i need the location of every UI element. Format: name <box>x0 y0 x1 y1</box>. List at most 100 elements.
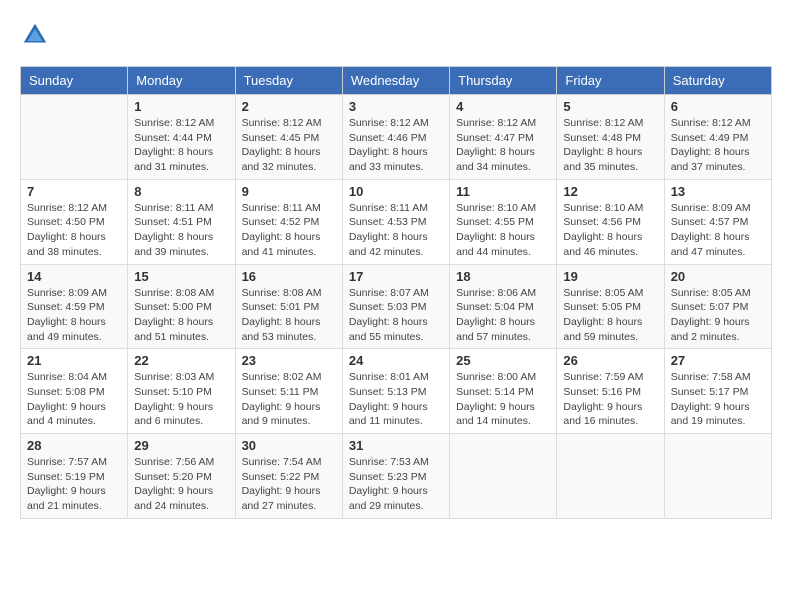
day-info: Sunrise: 7:53 AM Sunset: 5:23 PM Dayligh… <box>349 455 443 514</box>
day-number: 26 <box>563 353 657 368</box>
day-info: Sunrise: 7:57 AM Sunset: 5:19 PM Dayligh… <box>27 455 121 514</box>
calendar-cell: 12 Sunrise: 8:10 AM Sunset: 4:56 PM Dayli… <box>557 179 664 264</box>
calendar-header: SundayMondayTuesdayWednesdayThursdayFrid… <box>21 67 772 95</box>
calendar-cell: 1 Sunrise: 8:12 AM Sunset: 4:44 PM Daylig… <box>128 95 235 180</box>
calendar-cell: 4 Sunrise: 8:12 AM Sunset: 4:47 PM Daylig… <box>450 95 557 180</box>
col-header-tuesday: Tuesday <box>235 67 342 95</box>
calendar-cell: 17 Sunrise: 8:07 AM Sunset: 5:03 PM Dayli… <box>342 264 449 349</box>
day-number: 12 <box>563 184 657 199</box>
day-number: 19 <box>563 269 657 284</box>
calendar-cell: 9 Sunrise: 8:11 AM Sunset: 4:52 PM Daylig… <box>235 179 342 264</box>
calendar-cell: 20 Sunrise: 8:05 AM Sunset: 5:07 PM Dayli… <box>664 264 771 349</box>
calendar-cell: 30 Sunrise: 7:54 AM Sunset: 5:22 PM Dayli… <box>235 434 342 519</box>
day-number: 16 <box>242 269 336 284</box>
day-info: Sunrise: 8:12 AM Sunset: 4:44 PM Dayligh… <box>134 116 228 175</box>
day-number: 29 <box>134 438 228 453</box>
calendar-cell: 18Sunrise: 8:06 AM Sunset: 5:04 PM Dayli… <box>450 264 557 349</box>
day-number: 17 <box>349 269 443 284</box>
calendar-cell: 14 Sunrise: 8:09 AM Sunset: 4:59 PM Dayli… <box>21 264 128 349</box>
day-info: Sunrise: 8:03 AM Sunset: 5:10 PM Dayligh… <box>134 370 228 429</box>
day-info: Sunrise: 8:11 AM Sunset: 4:52 PM Dayligh… <box>242 201 336 260</box>
day-info: Sunrise: 8:12 AM Sunset: 4:45 PM Dayligh… <box>242 116 336 175</box>
day-info: Sunrise: 8:00 AM Sunset: 5:14 PM Dayligh… <box>456 370 550 429</box>
day-number: 2 <box>242 99 336 114</box>
calendar-cell: 13 Sunrise: 8:09 AM Sunset: 4:57 PM Dayli… <box>664 179 771 264</box>
day-info: Sunrise: 8:07 AM Sunset: 5:03 PM Dayligh… <box>349 286 443 345</box>
col-header-saturday: Saturday <box>664 67 771 95</box>
day-number: 10 <box>349 184 443 199</box>
calendar-cell: 11Sunrise: 8:10 AM Sunset: 4:55 PM Dayli… <box>450 179 557 264</box>
day-info: Sunrise: 8:05 AM Sunset: 5:05 PM Dayligh… <box>563 286 657 345</box>
col-header-sunday: Sunday <box>21 67 128 95</box>
week-row-2: 7 Sunrise: 8:12 AM Sunset: 4:50 PM Daylig… <box>21 179 772 264</box>
day-number: 13 <box>671 184 765 199</box>
calendar-cell: 3Sunrise: 8:12 AM Sunset: 4:46 PM Daylig… <box>342 95 449 180</box>
day-info: Sunrise: 8:06 AM Sunset: 5:04 PM Dayligh… <box>456 286 550 345</box>
calendar-cell <box>664 434 771 519</box>
day-number: 24 <box>349 353 443 368</box>
calendar-cell: 8 Sunrise: 8:11 AM Sunset: 4:51 PM Daylig… <box>128 179 235 264</box>
day-number: 27 <box>671 353 765 368</box>
week-row-1: 1 Sunrise: 8:12 AM Sunset: 4:44 PM Daylig… <box>21 95 772 180</box>
calendar-cell: 21Sunrise: 8:04 AM Sunset: 5:08 PM Dayli… <box>21 349 128 434</box>
day-info: Sunrise: 7:56 AM Sunset: 5:20 PM Dayligh… <box>134 455 228 514</box>
week-row-4: 21Sunrise: 8:04 AM Sunset: 5:08 PM Dayli… <box>21 349 772 434</box>
day-info: Sunrise: 8:08 AM Sunset: 5:01 PM Dayligh… <box>242 286 336 345</box>
day-info: Sunrise: 8:12 AM Sunset: 4:47 PM Dayligh… <box>456 116 550 175</box>
calendar-cell: 31 Sunrise: 7:53 AM Sunset: 5:23 PM Dayli… <box>342 434 449 519</box>
day-number: 31 <box>349 438 443 453</box>
day-number: 7 <box>27 184 121 199</box>
day-info: Sunrise: 8:10 AM Sunset: 4:56 PM Dayligh… <box>563 201 657 260</box>
day-info: Sunrise: 8:08 AM Sunset: 5:00 PM Dayligh… <box>134 286 228 345</box>
day-info: Sunrise: 8:10 AM Sunset: 4:55 PM Dayligh… <box>456 201 550 260</box>
calendar-cell: 23Sunrise: 8:02 AM Sunset: 5:11 PM Dayli… <box>235 349 342 434</box>
day-number: 21 <box>27 353 121 368</box>
calendar-cell <box>21 95 128 180</box>
day-number: 20 <box>671 269 765 284</box>
page-header <box>20 20 772 50</box>
calendar-body: 1 Sunrise: 8:12 AM Sunset: 4:44 PM Daylig… <box>21 95 772 519</box>
col-header-monday: Monday <box>128 67 235 95</box>
day-number: 30 <box>242 438 336 453</box>
day-info: Sunrise: 8:01 AM Sunset: 5:13 PM Dayligh… <box>349 370 443 429</box>
day-number: 25 <box>456 353 550 368</box>
calendar-cell: 28Sunrise: 7:57 AM Sunset: 5:19 PM Dayli… <box>21 434 128 519</box>
logo-icon <box>20 20 50 50</box>
day-info: Sunrise: 8:12 AM Sunset: 4:46 PM Dayligh… <box>349 116 443 175</box>
day-info: Sunrise: 8:09 AM Sunset: 4:59 PM Dayligh… <box>27 286 121 345</box>
day-info: Sunrise: 7:58 AM Sunset: 5:17 PM Dayligh… <box>671 370 765 429</box>
day-info: Sunrise: 8:11 AM Sunset: 4:53 PM Dayligh… <box>349 201 443 260</box>
day-info: Sunrise: 8:12 AM Sunset: 4:50 PM Dayligh… <box>27 201 121 260</box>
calendar-cell <box>450 434 557 519</box>
calendar-cell: 29 Sunrise: 7:56 AM Sunset: 5:20 PM Dayli… <box>128 434 235 519</box>
calendar-cell: 26Sunrise: 7:59 AM Sunset: 5:16 PM Dayli… <box>557 349 664 434</box>
day-number: 14 <box>27 269 121 284</box>
calendar-cell: 5Sunrise: 8:12 AM Sunset: 4:48 PM Daylig… <box>557 95 664 180</box>
calendar-cell: 16 Sunrise: 8:08 AM Sunset: 5:01 PM Dayli… <box>235 264 342 349</box>
day-info: Sunrise: 8:11 AM Sunset: 4:51 PM Dayligh… <box>134 201 228 260</box>
week-row-3: 14 Sunrise: 8:09 AM Sunset: 4:59 PM Dayli… <box>21 264 772 349</box>
day-number: 15 <box>134 269 228 284</box>
day-number: 4 <box>456 99 550 114</box>
col-header-wednesday: Wednesday <box>342 67 449 95</box>
calendar-cell: 25 Sunrise: 8:00 AM Sunset: 5:14 PM Dayli… <box>450 349 557 434</box>
calendar-cell: 15 Sunrise: 8:08 AM Sunset: 5:00 PM Dayli… <box>128 264 235 349</box>
col-header-friday: Friday <box>557 67 664 95</box>
calendar-cell: 19 Sunrise: 8:05 AM Sunset: 5:05 PM Dayli… <box>557 264 664 349</box>
day-info: Sunrise: 8:05 AM Sunset: 5:07 PM Dayligh… <box>671 286 765 345</box>
calendar-cell: 6Sunrise: 8:12 AM Sunset: 4:49 PM Daylig… <box>664 95 771 180</box>
calendar-cell: 24 Sunrise: 8:01 AM Sunset: 5:13 PM Dayli… <box>342 349 449 434</box>
logo <box>20 20 54 50</box>
day-number: 9 <box>242 184 336 199</box>
day-number: 1 <box>134 99 228 114</box>
day-info: Sunrise: 8:09 AM Sunset: 4:57 PM Dayligh… <box>671 201 765 260</box>
calendar-cell: 22Sunrise: 8:03 AM Sunset: 5:10 PM Dayli… <box>128 349 235 434</box>
day-number: 6 <box>671 99 765 114</box>
header-row: SundayMondayTuesdayWednesdayThursdayFrid… <box>21 67 772 95</box>
calendar-cell <box>557 434 664 519</box>
day-number: 5 <box>563 99 657 114</box>
week-row-5: 28Sunrise: 7:57 AM Sunset: 5:19 PM Dayli… <box>21 434 772 519</box>
day-info: Sunrise: 7:54 AM Sunset: 5:22 PM Dayligh… <box>242 455 336 514</box>
day-number: 8 <box>134 184 228 199</box>
calendar-cell: 2 Sunrise: 8:12 AM Sunset: 4:45 PM Daylig… <box>235 95 342 180</box>
